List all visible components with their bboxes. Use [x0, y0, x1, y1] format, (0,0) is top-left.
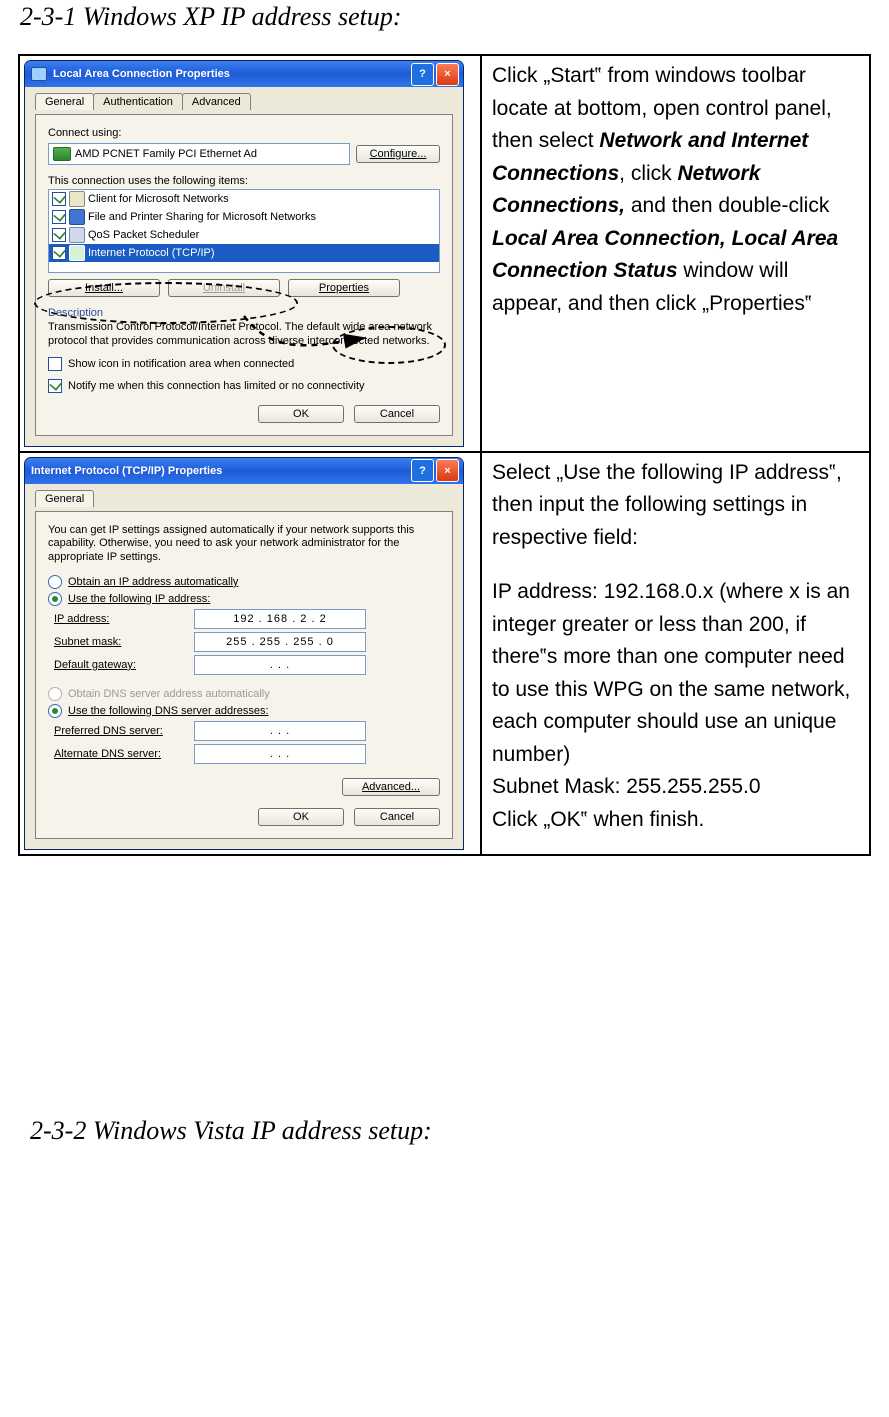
connect-using-label: Connect using:: [48, 127, 440, 139]
list-item[interactable]: File and Printer Sharing for Microsoft N…: [49, 208, 439, 226]
tab-general[interactable]: General: [35, 490, 94, 507]
section-heading-231: 2-3-1 Windows XP IP address setup:: [20, 2, 871, 32]
gateway-input[interactable]: . . .: [194, 655, 366, 675]
tcpip-titlebar: Internet Protocol (TCP/IP) Properties ? …: [25, 458, 463, 484]
instruction-cell-2: Select „Use the following IP address‟, t…: [481, 452, 870, 855]
subnet-input[interactable]: 255 . 255 . 255 . 0: [194, 632, 366, 652]
tab-general[interactable]: General: [35, 93, 94, 110]
radio-use-dns[interactable]: [48, 704, 62, 718]
layout-table: Local Area Connection Properties ? × Gen…: [18, 54, 871, 856]
adns-label: Alternate DNS server:: [54, 748, 194, 760]
checkbox-icon[interactable]: [52, 192, 66, 206]
notify-label: Notify me when this connection has limit…: [68, 380, 365, 392]
close-button[interactable]: ×: [436, 459, 459, 482]
uninstall-button: Uninstall: [168, 279, 280, 297]
items-list[interactable]: Client for Microsoft Networks File and P…: [48, 189, 440, 273]
obtain-ip-label: Obtain an IP address automatically: [68, 576, 238, 588]
checkbox-icon[interactable]: [52, 210, 66, 224]
help-button[interactable]: ?: [411, 63, 434, 86]
adapter-field[interactable]: AMD PCNET Family PCI Ethernet Ad: [48, 143, 350, 165]
description-text: Transmission Control Protocol/Internet P…: [48, 321, 440, 349]
list-item[interactable]: Client for Microsoft Networks: [49, 190, 439, 208]
install-button[interactable]: Install...: [48, 279, 160, 297]
radio-obtain-ip[interactable]: [48, 575, 62, 589]
section-heading-232: 2-3-2 Windows Vista IP address setup:: [30, 1116, 871, 1146]
help-button[interactable]: ?: [411, 459, 434, 482]
checkbox-icon[interactable]: [52, 228, 66, 242]
items-label: This connection uses the following items…: [48, 175, 440, 187]
pdns-label: Preferred DNS server:: [54, 725, 194, 737]
ip-label: IP address:: [54, 613, 194, 625]
close-button[interactable]: ×: [436, 63, 459, 86]
notify-checkbox[interactable]: [48, 379, 62, 393]
use-ip-label: Use the following IP address:: [68, 593, 210, 605]
ok-button[interactable]: OK: [258, 405, 344, 423]
radio-use-ip[interactable]: [48, 592, 62, 606]
tab-authentication[interactable]: Authentication: [93, 93, 183, 110]
description-heading: Description: [48, 307, 440, 319]
list-item-tcpip[interactable]: Internet Protocol (TCP/IP): [49, 244, 439, 262]
pdns-input[interactable]: . . .: [194, 721, 366, 741]
client-icon: [69, 191, 85, 207]
gateway-label: Default gateway:: [54, 659, 194, 671]
qos-icon: [69, 227, 85, 243]
checkbox-icon[interactable]: [52, 246, 66, 260]
subnet-label: Subnet mask:: [54, 636, 194, 648]
lacp-window: Local Area Connection Properties ? × Gen…: [24, 60, 464, 447]
share-icon: [69, 209, 85, 225]
tcpip-window: Internet Protocol (TCP/IP) Properties ? …: [24, 457, 464, 850]
instruction-cell-1: Click „Start‟ from windows toolbar locat…: [481, 55, 870, 452]
tcpip-intro: You can get IP settings assigned automat…: [48, 524, 440, 565]
show-icon-checkbox[interactable]: [48, 357, 62, 371]
ip-input[interactable]: 192 . 168 . 2 . 2: [194, 609, 366, 629]
properties-button[interactable]: Properties: [288, 279, 400, 297]
adapter-name: AMD PCNET Family PCI Ethernet Ad: [75, 148, 257, 160]
network-icon: [31, 67, 47, 81]
use-dns-label: Use the following DNS server addresses:: [68, 705, 269, 717]
obtain-dns-label: Obtain DNS server address automatically: [68, 688, 270, 700]
lacp-titlebar: Local Area Connection Properties ? ×: [25, 61, 463, 87]
list-item[interactable]: QoS Packet Scheduler: [49, 226, 439, 244]
protocol-icon: [69, 245, 85, 261]
show-icon-label: Show icon in notification area when conn…: [68, 358, 294, 370]
lacp-title: Local Area Connection Properties: [53, 68, 409, 80]
tab-advanced[interactable]: Advanced: [182, 93, 251, 110]
advanced-button[interactable]: Advanced...: [342, 778, 440, 796]
radio-obtain-dns: [48, 687, 62, 701]
adns-input[interactable]: . . .: [194, 744, 366, 764]
tcpip-title: Internet Protocol (TCP/IP) Properties: [31, 465, 409, 477]
ok-button[interactable]: OK: [258, 808, 344, 826]
configure-button[interactable]: Configure...: [356, 145, 440, 163]
cancel-button[interactable]: Cancel: [354, 808, 440, 826]
nic-icon: [53, 147, 71, 161]
cancel-button[interactable]: Cancel: [354, 405, 440, 423]
